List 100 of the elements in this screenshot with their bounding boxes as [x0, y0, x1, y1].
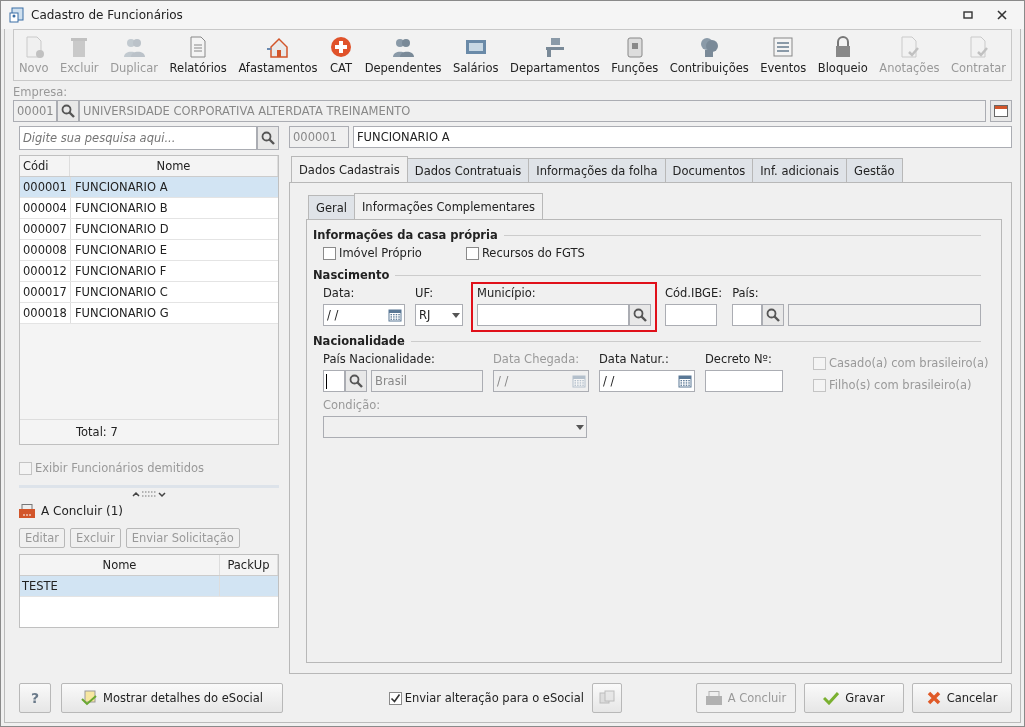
field-label: Condição:	[323, 398, 382, 413]
name-field[interactable]: FUNCIONARIO A	[353, 126, 1012, 148]
document-icon	[81, 690, 98, 706]
tab[interactable]: Dados Contratuais	[406, 158, 530, 182]
calendar-icon	[678, 374, 692, 388]
tab[interactable]: Dados Cadastrais	[291, 156, 408, 182]
table-cell-text: 000018	[22, 305, 68, 322]
house-icon	[266, 35, 290, 59]
tab[interactable]: Gestão	[846, 158, 903, 182]
section-title: Informações da casa própria	[313, 228, 498, 242]
table-cell-text: 000008	[22, 242, 68, 259]
field-label: Data Chegada:	[493, 352, 581, 367]
search-field[interactable]: Digite sua pesquisa aqui...	[19, 126, 257, 150]
calendar-icon	[388, 308, 402, 322]
tab[interactable]: Inf. adicionais	[752, 158, 848, 182]
search-icon	[349, 374, 363, 388]
search-button[interactable]	[762, 304, 785, 326]
table-cell: FUNCIONARIO A	[70, 177, 278, 197]
table-row[interactable]: 000018 FUNCIONARIO G	[20, 303, 278, 324]
toolbar-button[interactable]: Afastamentos	[235, 35, 321, 75]
field-label: País:	[732, 286, 760, 301]
table-row[interactable]: 000007 FUNCIONARIO D	[20, 219, 278, 240]
pages-icon	[599, 690, 615, 706]
search-button[interactable]	[345, 370, 367, 392]
country-name-field: Brasil	[371, 370, 483, 392]
checkbox[interactable]: Imóvel Próprio	[323, 246, 422, 260]
checkbox[interactable]: Enviar alteração para o eSocial	[388, 691, 584, 705]
search-button[interactable]	[257, 126, 279, 150]
toolbar-button[interactable]: Eventos	[757, 35, 810, 75]
column-header[interactable]: Nome	[70, 156, 278, 176]
toolbar-button[interactable]: Contribuições	[666, 35, 752, 75]
column-header[interactable]: Nome	[20, 555, 220, 575]
help-button[interactable]: ?	[19, 683, 51, 713]
column-header[interactable]: Códi	[20, 156, 70, 176]
table-row[interactable]: 000004 FUNCIONARIO B	[20, 198, 278, 219]
tab[interactable]: Informações Complementares	[353, 193, 544, 219]
date-field[interactable]: / /	[323, 304, 405, 326]
cancel-button[interactable]: Cancelar	[912, 683, 1012, 713]
table-cell: TESTE	[20, 576, 220, 596]
tick-icon	[389, 692, 401, 704]
panel-button[interactable]	[990, 100, 1012, 122]
restore-icon	[963, 11, 973, 19]
table-row[interactable]: TESTE	[20, 576, 278, 597]
checkbox[interactable]: Recursos do FGTS	[465, 246, 585, 260]
check-icon	[823, 691, 840, 705]
search-icon	[261, 131, 275, 145]
field-label: Município:	[477, 286, 537, 301]
table-cell-text: 000017	[22, 284, 68, 301]
toolbar-button[interactable]: Dependentes	[361, 35, 445, 75]
table-row[interactable]: 000008 FUNCIONARIO E	[20, 240, 278, 261]
plus-circle-icon	[329, 35, 354, 59]
list-icon	[771, 35, 796, 59]
table-row[interactable]: 000001 FUNCIONARIO A	[20, 177, 278, 198]
code-field[interactable]	[665, 304, 717, 326]
tab[interactable]: Geral	[308, 195, 355, 219]
printer-icon	[705, 691, 722, 705]
toolbar-button[interactable]: Departamentos	[507, 35, 603, 75]
country-code-field[interactable]	[323, 370, 345, 392]
table-cell: FUNCIONARIO B	[70, 198, 278, 218]
table-cell-text: 000012	[22, 263, 68, 280]
caret-icon	[452, 312, 460, 318]
country-code-field[interactable]	[732, 304, 763, 326]
tab[interactable]: Documentos	[664, 158, 754, 182]
table-row[interactable]: 000012 FUNCIONARIO F	[20, 261, 278, 282]
section-title: A Concluir (1)	[41, 504, 123, 518]
table-cell: FUNCIONARIO F	[70, 261, 278, 281]
field-label: País Nacionalidade:	[323, 352, 436, 367]
search-icon	[61, 104, 75, 118]
section-title: Nascimento	[313, 268, 390, 282]
save-button[interactable]: Gravar	[804, 683, 904, 713]
toolbar-button[interactable]: Salários	[450, 35, 502, 75]
table-row[interactable]: 000017 FUNCIONARIO C	[20, 282, 278, 303]
table-cell-text: 000004	[22, 200, 68, 217]
table-cell: FUNCIONARIO E	[70, 240, 278, 260]
table-cell: FUNCIONARIO C	[70, 282, 278, 302]
printer-icon	[19, 504, 35, 518]
toolbar-button[interactable]: Funções	[608, 35, 662, 75]
toolbar-button[interactable]: Bloqueio	[814, 35, 871, 75]
date-field[interactable]: / /	[599, 370, 695, 392]
toolbar-button[interactable]: Relatórios	[166, 35, 230, 75]
search-button[interactable]	[57, 100, 79, 122]
field-label: Decreto Nº:	[705, 352, 773, 367]
field-label: Empresa:	[13, 85, 69, 100]
tab[interactable]: Informações da folha	[528, 158, 666, 182]
state-dropdown[interactable]: RJ	[415, 304, 463, 326]
toolbar-button[interactable]: CAT	[326, 35, 357, 75]
window-title: Cadastro de Funcionários	[31, 8, 183, 22]
field-label: Data:	[323, 286, 356, 301]
total-count: Total: 7	[76, 425, 118, 439]
table-cell: FUNCIONARIO D	[70, 219, 278, 239]
esocial-button[interactable]: Mostrar detalhes do eSocial	[61, 683, 283, 713]
app-icon	[9, 7, 25, 23]
search-button[interactable]	[629, 304, 651, 326]
section-title: Nacionalidade	[313, 334, 405, 348]
column-header[interactable]: PackUp	[220, 555, 278, 575]
decree-field[interactable]	[705, 370, 783, 392]
field-label: Cód.IBGE:	[665, 286, 723, 301]
search-icon	[633, 308, 647, 322]
city-field[interactable]	[477, 304, 629, 326]
grip-icon[interactable]	[132, 490, 166, 498]
